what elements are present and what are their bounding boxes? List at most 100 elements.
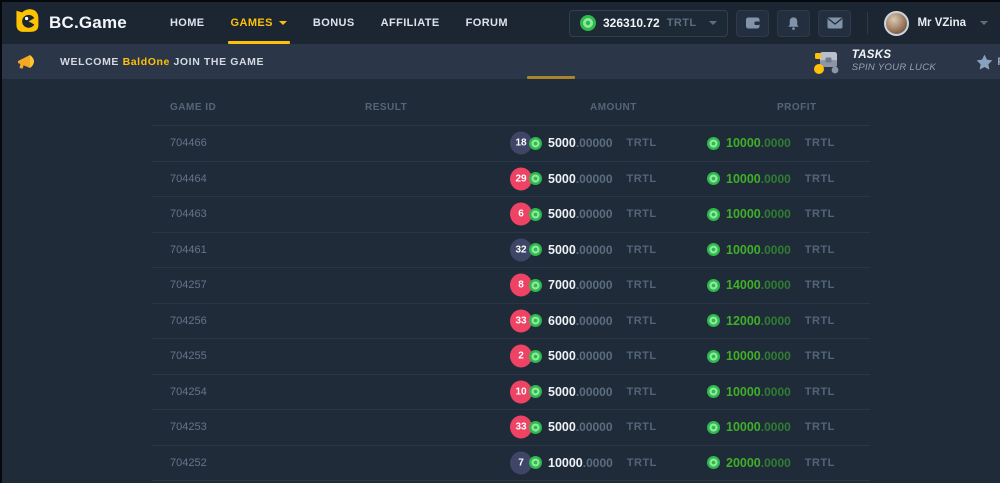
table-row[interactable]: 704257 8 7000.00000 TRTL 14000.0000 TRTL: [152, 267, 870, 303]
balance-selector[interactable]: 326310.72 TRTL: [569, 10, 728, 37]
favorites-toggle[interactable]: F: [976, 54, 1000, 70]
amount-cell: 5000.00000 TRTL: [529, 136, 657, 150]
bets-table-header: GAME ID RESULT AMOUNT PROFIT: [152, 92, 870, 125]
profit-decimal: .0000: [761, 243, 791, 257]
profit-cell: 10000.0000 TRTL: [707, 420, 835, 434]
welcome-prefix: WELCOME: [60, 56, 119, 68]
trtl-coin-icon: [580, 15, 596, 31]
wallet-button[interactable]: [736, 10, 769, 37]
profit-integer: 10000: [726, 136, 761, 150]
trtl-coin-icon: [529, 137, 542, 150]
profit-decimal: .0000: [761, 385, 791, 399]
amount-integer: 10000: [548, 456, 583, 470]
profit-integer: 10000: [726, 172, 761, 186]
amount-integer: 7000: [548, 278, 576, 292]
user-name: Mr VZina: [917, 17, 966, 29]
amount-currency: TRTL: [627, 208, 657, 220]
brand-name: BC.Game: [49, 13, 127, 33]
amount-decimal: .00000: [576, 420, 613, 434]
amount-currency: TRTL: [627, 421, 657, 433]
divider: [867, 12, 868, 34]
amount-decimal: .0000: [583, 456, 613, 470]
profit-integer: 20000: [726, 456, 761, 470]
brand-logo[interactable]: BC.Game: [14, 7, 127, 39]
amount-currency: TRTL: [627, 244, 657, 256]
bc-game-page: BC.Game HOME GAMES BONUS AFFILIATE FORUM: [0, 0, 1000, 483]
nav-item-games[interactable]: GAMES: [218, 2, 300, 44]
profit-currency: TRTL: [805, 173, 835, 185]
amount-integer: 5000: [548, 172, 576, 186]
bc-game-logo-icon: [14, 7, 40, 39]
star-icon: [976, 54, 993, 70]
trtl-coin-icon: [529, 172, 542, 185]
profit-currency: TRTL: [805, 386, 835, 398]
table-row[interactable]: 704252 7 10000.0000 TRTL 20000.0000 TRTL: [152, 445, 870, 481]
game-id-cell: 704466: [170, 137, 207, 149]
amount-integer: 5000: [548, 243, 576, 257]
table-row[interactable]: 704466 18 5000.00000 TRTL 10000.0000 TRT…: [152, 125, 870, 161]
trtl-coin-icon: [529, 279, 542, 292]
game-id-cell: 704252: [170, 457, 207, 469]
profit-integer: 12000: [726, 314, 761, 328]
trtl-coin-icon: [707, 172, 720, 185]
nav-item-bonus[interactable]: BONUS: [300, 2, 368, 44]
nav-item-forum[interactable]: FORUM: [453, 2, 521, 44]
table-row[interactable]: 704464 29 5000.00000 TRTL 10000.0000 TRT…: [152, 161, 870, 197]
amount-integer: 5000: [548, 349, 576, 363]
nav-item-affiliate[interactable]: AFFILIATE: [368, 2, 453, 44]
table-row[interactable]: 704254 10 5000.00000 TRTL 10000.0000 TRT…: [152, 374, 870, 410]
amount-cell: 5000.00000 TRTL: [529, 243, 657, 257]
nav-item-home[interactable]: HOME: [157, 2, 218, 44]
profit-decimal: .0000: [761, 278, 791, 292]
profit-currency: TRTL: [805, 279, 835, 291]
profit-currency: TRTL: [805, 244, 835, 256]
amount-cell: 5000.00000 TRTL: [529, 385, 657, 399]
amount-decimal: .00000: [576, 314, 613, 328]
table-row[interactable]: 704256 33 6000.00000 TRTL 12000.0000 TRT…: [152, 303, 870, 339]
chevron-down-icon: [709, 21, 717, 25]
trtl-coin-icon: [529, 314, 542, 327]
notifications-button[interactable]: [777, 10, 810, 37]
game-id-cell: 704463: [170, 208, 207, 220]
amount-cell: 5000.00000 TRTL: [529, 172, 657, 186]
bell-icon: [786, 16, 801, 31]
amount-decimal: .00000: [576, 172, 613, 186]
profit-cell: 10000.0000 TRTL: [707, 385, 835, 399]
trtl-coin-icon: [707, 421, 720, 434]
tasks-widget[interactable]: TASKS SPIN YOUR LUCK: [811, 49, 936, 75]
trtl-coin-icon: [707, 350, 720, 363]
game-id-cell: 704256: [170, 315, 207, 327]
tasks-chest-icon: [811, 49, 843, 75]
user-menu[interactable]: Mr VZina: [884, 11, 990, 36]
profit-decimal: .0000: [761, 314, 791, 328]
table-row[interactable]: 704253 33 5000.00000 TRTL 10000.0000 TRT…: [152, 409, 870, 445]
amount-currency: TRTL: [627, 137, 657, 149]
table-row[interactable]: 704463 6 5000.00000 TRTL 10000.0000 TRTL: [152, 196, 870, 232]
profit-cell: 20000.0000 TRTL: [707, 456, 835, 470]
balance-currency: TRTL: [667, 17, 697, 29]
megaphone-icon: [16, 53, 36, 70]
profit-cell: 10000.0000 TRTL: [707, 243, 835, 257]
profit-cell: 10000.0000 TRTL: [707, 207, 835, 221]
table-row[interactable]: 704255 2 5000.00000 TRTL 10000.0000 TRTL: [152, 338, 870, 374]
welcome-message: WELCOME BaldOne JOIN THE GAME: [16, 53, 264, 70]
amount-integer: 5000: [548, 136, 576, 150]
amount-integer: 6000: [548, 314, 576, 328]
chevron-down-icon: [279, 21, 287, 25]
amount-cell: 7000.00000 TRTL: [529, 278, 657, 292]
profit-integer: 10000: [726, 420, 761, 434]
header-profit: PROFIT: [777, 102, 817, 113]
profit-cell: 10000.0000 TRTL: [707, 136, 835, 150]
trtl-coin-icon: [707, 385, 720, 398]
amount-currency: TRTL: [627, 386, 657, 398]
trtl-coin-icon: [529, 421, 542, 434]
amount-decimal: .00000: [576, 349, 613, 363]
trtl-coin-icon: [707, 279, 720, 292]
profit-currency: TRTL: [805, 208, 835, 220]
game-id-cell: 704257: [170, 279, 207, 291]
table-row[interactable]: 704461 32 5000.00000 TRTL 10000.0000 TRT…: [152, 232, 870, 268]
game-id-cell: 704464: [170, 173, 207, 185]
messages-button[interactable]: [818, 10, 851, 37]
profit-cell: 10000.0000 TRTL: [707, 172, 835, 186]
profit-decimal: .0000: [761, 172, 791, 186]
